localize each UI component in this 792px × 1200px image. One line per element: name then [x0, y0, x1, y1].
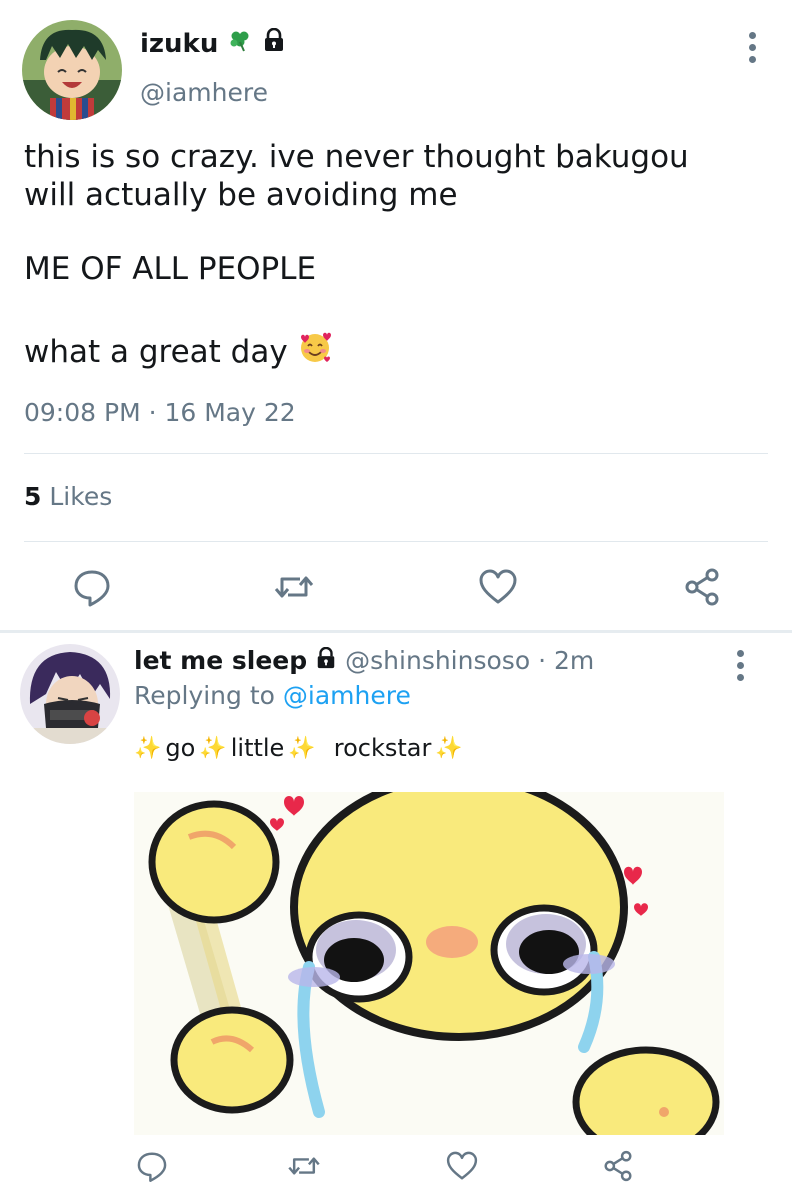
reply-button[interactable] — [70, 565, 114, 609]
tweet-text-line: will actually be avoiding me — [24, 177, 458, 213]
like-button[interactable] — [476, 565, 520, 609]
reply-word: go — [165, 734, 196, 762]
tweet-text-line-with-emoji: what a great day — [24, 330, 332, 373]
reply-image[interactable] — [134, 792, 724, 1135]
share-button[interactable] — [680, 565, 724, 609]
main-tweet: izuku @iamhere this is so crazy. ive nev… — [0, 0, 792, 632]
reply-text: ✨ go ✨ little ✨ rockstar ✨ — [134, 734, 463, 762]
tweet-text-line: ME OF ALL PEOPLE — [24, 251, 317, 287]
tweet-timestamp[interactable]: 09:08 PM · 16 May 22 — [24, 398, 296, 427]
sparkles-icon: ✨ — [288, 735, 316, 761]
author-name-row[interactable]: izuku — [140, 27, 286, 59]
replying-prefix: Replying to — [134, 681, 275, 710]
heart-icon — [479, 569, 517, 604]
lock-icon — [262, 27, 286, 59]
avatar-image — [22, 20, 122, 120]
reply-author-name[interactable]: let me sleep — [134, 646, 307, 675]
likes-count: 5 — [24, 482, 42, 511]
mention-link[interactable]: @iamhere — [283, 681, 411, 710]
reply-avatar[interactable] — [20, 644, 120, 744]
likes-stat[interactable]: 5 Likes — [24, 482, 112, 511]
sparkles-icon: ✨ — [199, 735, 227, 761]
like-button[interactable] — [444, 1148, 480, 1184]
retweet-icon — [274, 576, 314, 598]
reply-button[interactable] — [134, 1148, 170, 1184]
retweet-button[interactable] — [286, 1148, 322, 1184]
share-icon — [685, 568, 719, 606]
lock-icon — [315, 646, 337, 675]
tweet-separator — [0, 630, 792, 633]
reply-word: little — [230, 734, 285, 762]
replying-to: Replying to @iamhere — [134, 681, 411, 710]
reply-author-handle[interactable]: @shinshinsoso · 2m — [345, 646, 594, 675]
more-options-button[interactable] — [742, 32, 762, 68]
crying-emoji-illustration — [134, 792, 724, 1135]
shamrock-icon — [228, 28, 252, 59]
reply-header: let me sleep @shinshinsoso · 2m — [134, 646, 594, 675]
author-handle[interactable]: @iamhere — [140, 78, 268, 107]
sparkles-icon: ✨ — [134, 735, 162, 761]
sparkles-icon: ✨ — [435, 735, 463, 761]
reply-icon — [137, 1152, 167, 1182]
retweet-icon — [288, 1157, 320, 1175]
smiling-face-with-hearts-icon — [298, 330, 332, 373]
heart-icon — [446, 1151, 478, 1180]
likes-label: Likes — [49, 482, 113, 511]
avatar[interactable] — [22, 20, 122, 120]
author-name[interactable]: izuku — [140, 29, 218, 59]
avatar-image — [20, 644, 120, 744]
tweet-text-line: this is so crazy. ive never thought baku… — [24, 139, 689, 175]
tweet-text: what a great day — [24, 333, 288, 370]
divider — [24, 453, 768, 454]
reply-word: rockstar — [333, 734, 432, 762]
reply-icon — [74, 570, 110, 607]
retweet-button[interactable] — [272, 565, 316, 609]
divider — [24, 541, 768, 542]
reply-more-options-button[interactable] — [730, 650, 750, 686]
share-button[interactable] — [600, 1148, 636, 1184]
share-icon — [604, 1150, 632, 1182]
